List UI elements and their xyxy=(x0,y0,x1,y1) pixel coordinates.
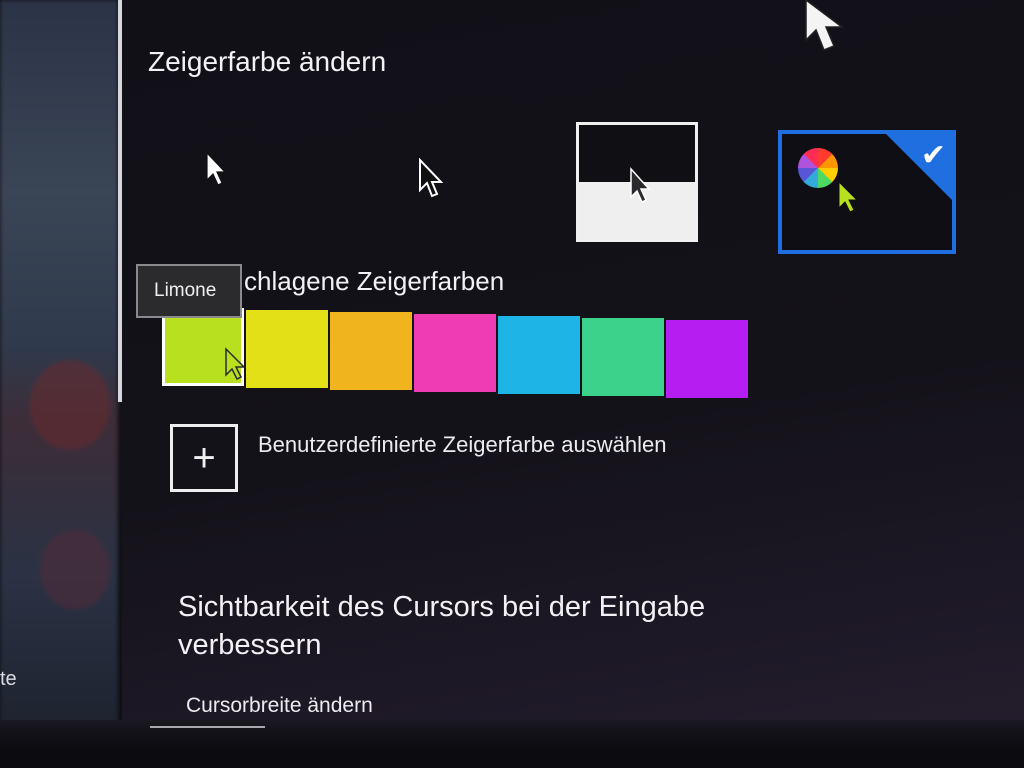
navigation-divider xyxy=(118,0,122,402)
pointer-color-heading: Zeigerfarbe ändern xyxy=(148,46,387,77)
swatch-limone[interactable] xyxy=(162,308,247,388)
swatch-green[interactable] xyxy=(582,318,664,396)
pointer-scheme-inverted[interactable] xyxy=(576,122,698,242)
pointer-scheme-custom[interactable]: ✔ xyxy=(778,130,956,254)
swatch-cyan[interactable] xyxy=(498,316,580,394)
large-mouse-cursor-icon xyxy=(800,0,870,67)
lime-arrow-cursor-icon xyxy=(836,180,862,221)
pointer-scheme-white[interactable] xyxy=(200,150,230,195)
cursor-visibility-heading: Sichtbarkeit des Cursors bei der Eingabe… xyxy=(178,591,706,661)
left-edge-partial-text: te xyxy=(0,668,17,690)
monitor-bezel xyxy=(0,720,1024,768)
swatch-pink[interactable] xyxy=(414,314,496,392)
bezel-highlight xyxy=(150,726,265,728)
plus-icon: + xyxy=(170,424,238,492)
swatch-yellow[interactable] xyxy=(246,310,328,388)
color-wheel-icon xyxy=(798,148,838,188)
cursor-width-label: Cursorbreite ändern xyxy=(186,694,373,717)
inverted-arrow-cursor-icon xyxy=(627,167,653,212)
black-arrow-cursor-icon xyxy=(419,157,444,198)
pointer-scheme-black[interactable] xyxy=(414,157,446,205)
white-arrow-cursor-icon xyxy=(206,151,227,186)
custom-color-label[interactable]: Benutzerdefinierte Zeigerfarbe auswählen xyxy=(258,432,666,458)
background-window-blur xyxy=(0,0,118,768)
swatch-purple[interactable] xyxy=(666,320,748,398)
swatch-orange[interactable] xyxy=(330,312,412,390)
suggested-colors-row xyxy=(162,308,754,410)
hover-cursor-icon xyxy=(223,347,247,388)
custom-color-button[interactable]: + xyxy=(170,424,238,492)
suggested-colors-heading: chlagene Zeigerfarben xyxy=(244,266,505,296)
swatch-tooltip: Limone xyxy=(136,264,242,318)
blur-blob xyxy=(30,360,110,450)
checkmark-icon: ✔ xyxy=(920,139,946,172)
blur-blob xyxy=(40,530,110,610)
